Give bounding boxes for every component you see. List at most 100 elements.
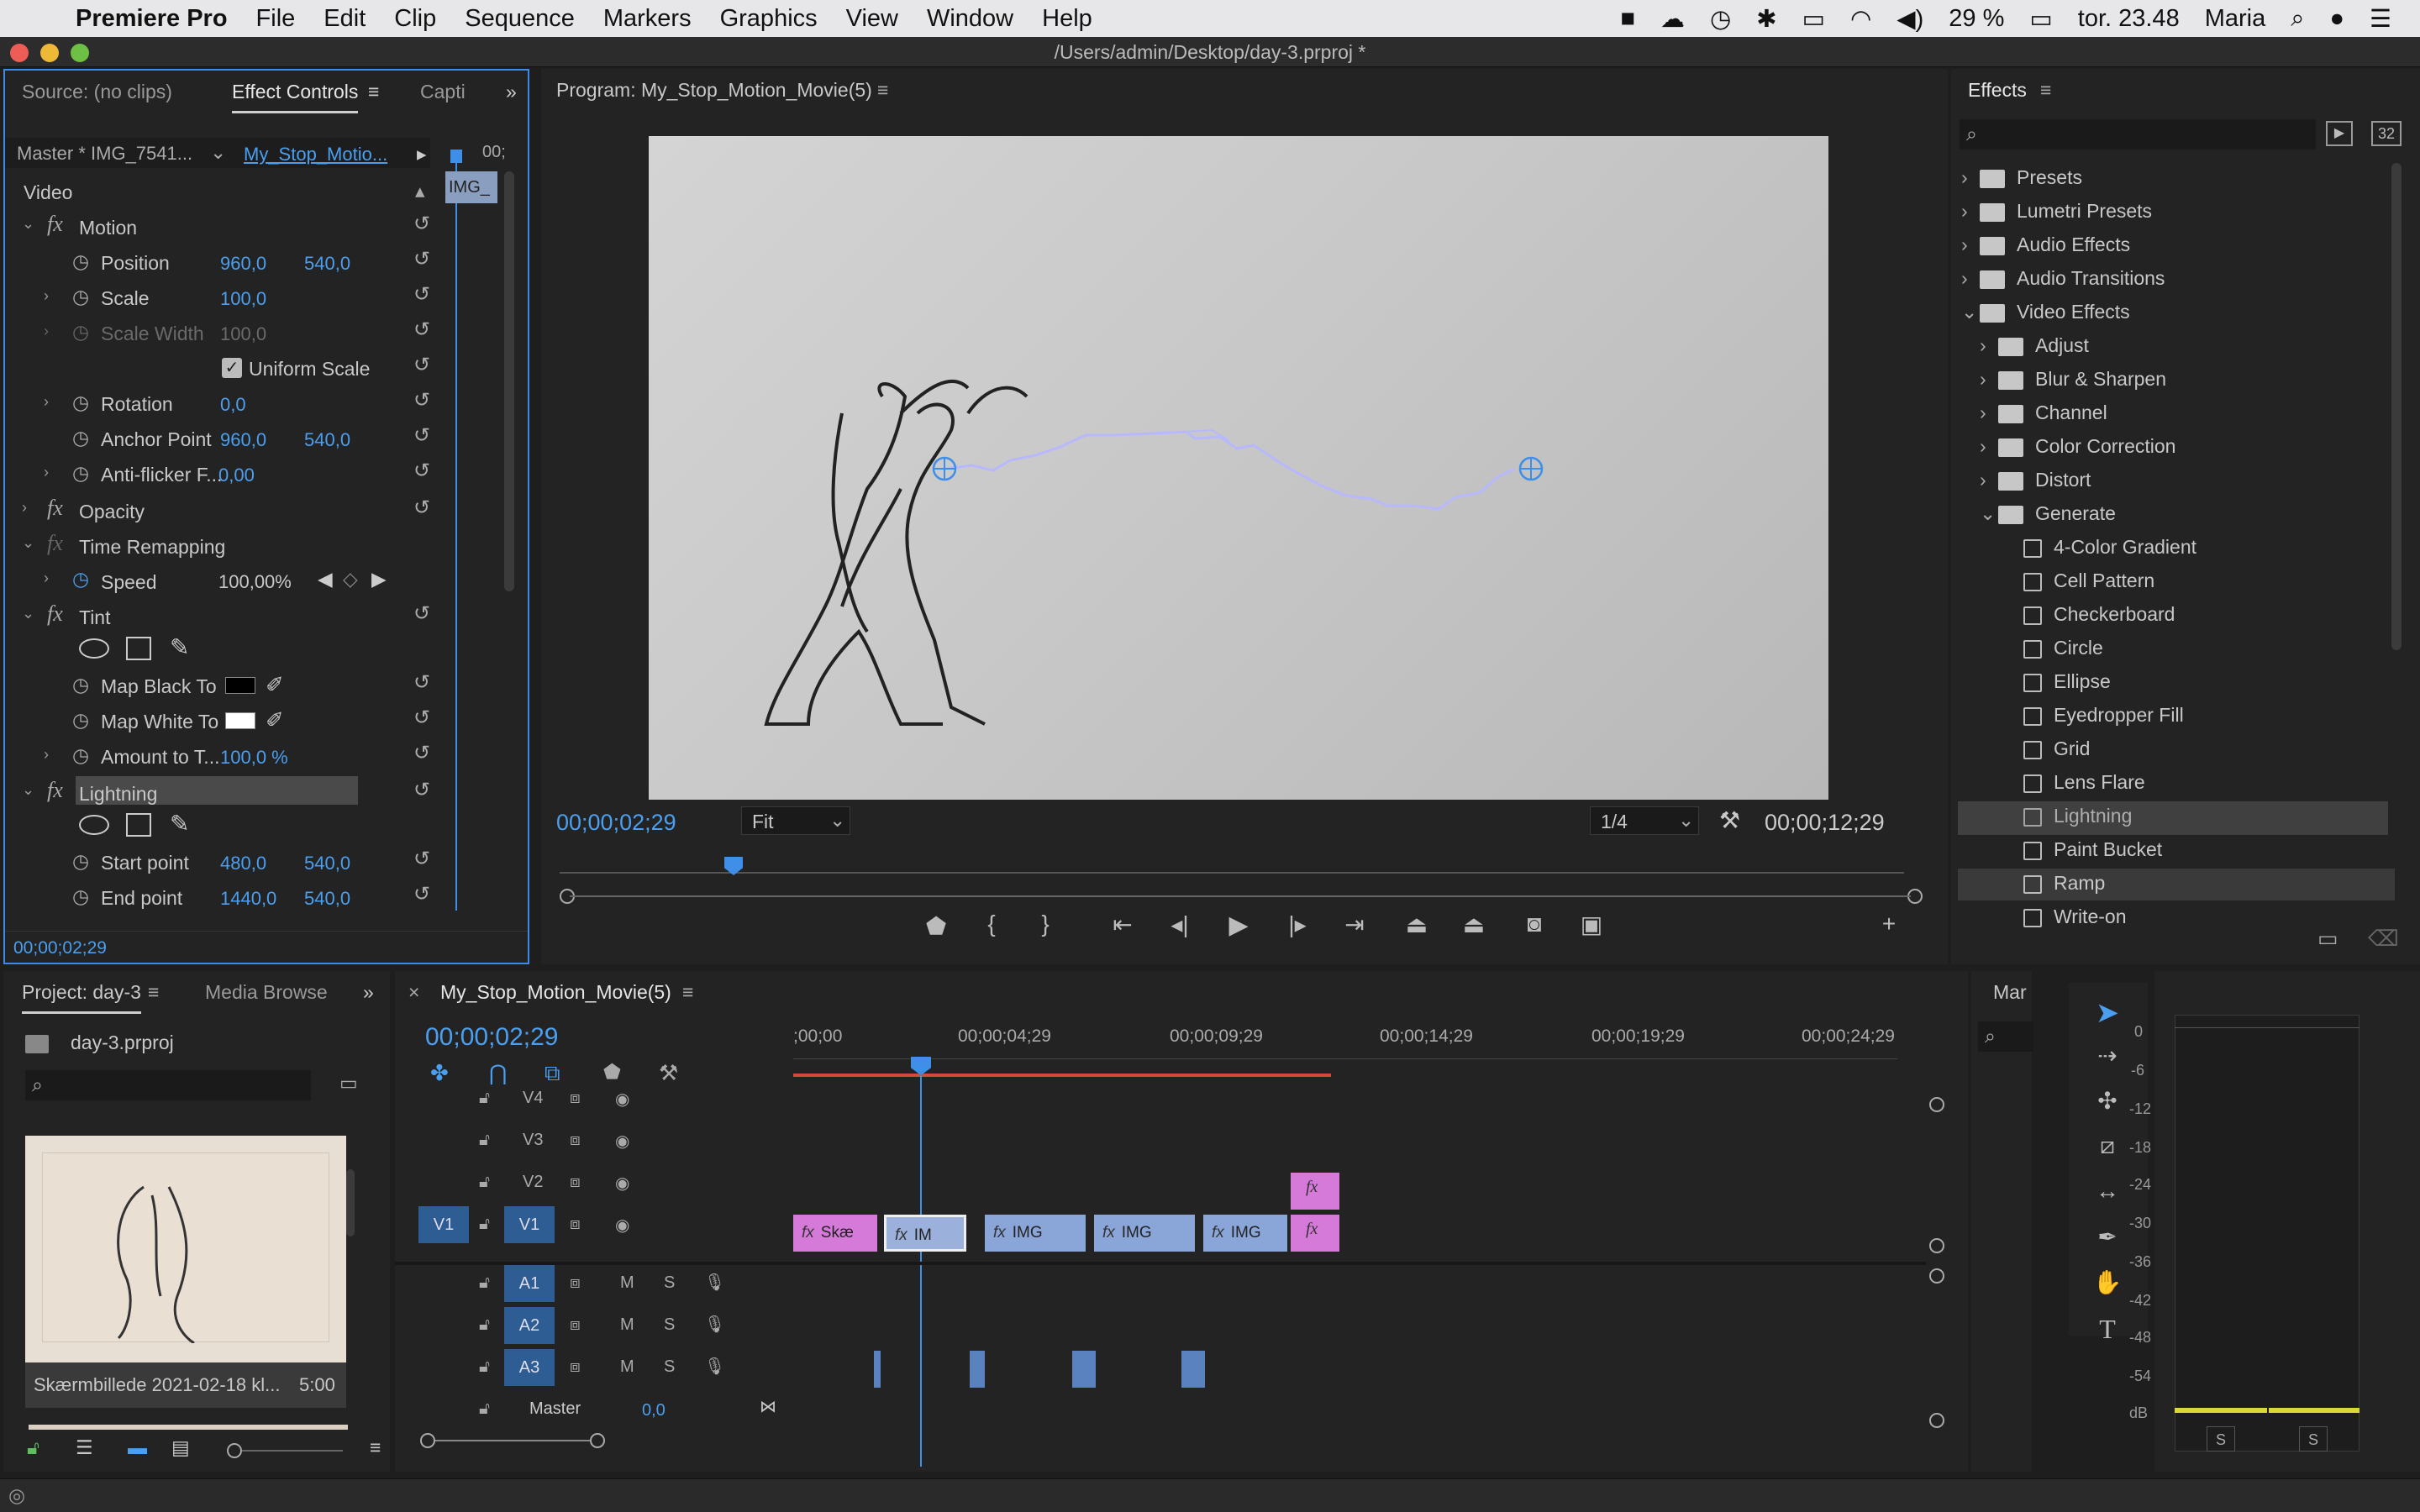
button-editor-plus-icon[interactable]: + (1872, 911, 1906, 937)
v1-clip-2-selected[interactable]: fx IM (884, 1215, 966, 1252)
opacity-twirl-icon[interactable]: › (22, 499, 27, 517)
timeline-ruler[interactable]: ;00;00 00;00;04;29 00;00;09;29 00;00;14;… (793, 1026, 1919, 1077)
pen-tool-icon[interactable]: ✒ (2091, 1223, 2124, 1251)
new-bin-icon[interactable]: ▭ (339, 1072, 358, 1095)
track-select-tool-icon[interactable]: ⇢ (2091, 1042, 2124, 1069)
effects-folder-audio-effects[interactable]: › Audio Effects (1961, 234, 2130, 256)
minimize-window-button[interactable] (40, 44, 59, 62)
fx-badge-icon[interactable]: fx (47, 212, 63, 237)
reset-icon[interactable]: ↺ (413, 212, 430, 236)
freeform-view-icon[interactable]: ▤ (171, 1436, 190, 1459)
audio-scroll-handle-top[interactable] (1929, 1268, 1944, 1284)
amount-to-tint-value[interactable]: 100,0 % (220, 747, 288, 769)
effects-folder-channel[interactable]: › Channel (1980, 402, 2107, 424)
microphone-icon[interactable]: 🎙︎ (704, 1314, 725, 1335)
mute-button[interactable]: M (620, 1273, 634, 1293)
effects-folder-generate[interactable]: ⌄ Generate (1980, 502, 2116, 525)
sync-lock-icon[interactable]: ⧈ (570, 1315, 581, 1335)
v1-clip-1[interactable]: fx Skæ (793, 1215, 877, 1252)
panel-menu-icon[interactable]: ≡ (2040, 79, 2051, 102)
source-patch-v1[interactable]: V1 (418, 1206, 469, 1243)
stopwatch-icon[interactable]: ◷ (72, 709, 89, 732)
sync-lock-icon[interactable]: ⧈ (570, 1131, 581, 1150)
eyedropper-icon[interactable]: ✐ (266, 672, 284, 698)
start-point-x-value[interactable]: 480,0 (220, 853, 266, 874)
master-volume-value[interactable]: 0,0 (642, 1401, 666, 1420)
solo-button[interactable]: S (664, 1273, 675, 1293)
chevron-down-icon[interactable]: ⌄ (210, 141, 226, 164)
panel-menu-icon[interactable]: ≡ (877, 79, 888, 102)
step-forward-icon[interactable]: |▸ (1281, 911, 1314, 938)
sync-lock-icon[interactable]: ⧈ (570, 1273, 581, 1293)
project-clip-caption[interactable]: Skærmbillede 2021-02-18 kl... 5:00 (25, 1362, 346, 1408)
a3-clip-4[interactable] (1181, 1351, 1205, 1388)
work-area-bar[interactable] (793, 1074, 1331, 1077)
effect-item-write-on[interactable]: Write-on (2023, 906, 2127, 928)
thumbnail-size-slider[interactable] (242, 1450, 343, 1452)
battery-icon[interactable]: ▭ (2029, 4, 2052, 34)
track-lock-icon[interactable]: 🔓︎ (479, 1399, 490, 1419)
export-frame-camera-icon[interactable]: ◙ (1518, 911, 1551, 937)
lightning-twirl-icon[interactable]: ⌄ (22, 781, 34, 799)
stopwatch-icon[interactable]: ◷ (72, 885, 89, 908)
reset-icon[interactable]: ↺ (413, 741, 430, 765)
ellipse-mask-icon[interactable] (79, 815, 109, 835)
reset-icon[interactable]: ↺ (413, 778, 430, 802)
menu-view[interactable]: View (846, 5, 898, 33)
end-point-y-value[interactable]: 540,0 (304, 888, 350, 910)
position-y-value[interactable]: 540,0 (304, 253, 350, 275)
effect-item-ramp[interactable]: Ramp (2023, 872, 2105, 895)
program-monitor-title[interactable]: Program: My_Stop_Motion_Movie(5) (556, 79, 872, 102)
icon-view-icon[interactable]: ▬ (128, 1436, 147, 1459)
anchor-y-value[interactable]: 540,0 (304, 429, 350, 451)
search-icon[interactable]: ⌕ (2291, 5, 2304, 33)
solo-button[interactable]: S (664, 1315, 675, 1335)
meter-solo-right-button[interactable]: S (2299, 1426, 2328, 1452)
stopwatch-icon[interactable]: ◷ (72, 850, 89, 873)
stopwatch-icon[interactable]: ◷ (72, 250, 89, 273)
track-lock-icon[interactable]: 🔓︎ (479, 1173, 490, 1192)
motion-twirl-icon[interactable]: ⌄ (22, 215, 34, 233)
app-menu[interactable]: Premiere Pro (76, 5, 228, 33)
rotation-twirl-icon[interactable]: › (44, 393, 49, 411)
markers-search-input[interactable]: ⌕ (1978, 1021, 2033, 1052)
end-point-x-value[interactable]: 1440,0 (220, 888, 276, 910)
reset-icon[interactable]: ↺ (413, 847, 430, 871)
effects-folder-color-correction[interactable]: › Color Correction (1980, 435, 2175, 458)
antiflicker-value[interactable]: 0,00 (218, 465, 255, 486)
mute-button[interactable]: M (620, 1315, 634, 1335)
track-a3-target[interactable]: A3 (504, 1349, 555, 1386)
rectangle-mask-icon[interactable] (126, 813, 151, 837)
master-clip-label[interactable]: Master * IMG_7541... (17, 143, 192, 165)
timeline-settings-wrench-icon[interactable]: ⚒ (659, 1060, 678, 1086)
hand-tool-icon[interactable]: ✋ (2091, 1268, 2124, 1296)
effects-folder-distort[interactable]: › Distort (1980, 469, 2091, 491)
stopwatch-icon[interactable]: ◷ (72, 744, 89, 767)
ripple-edit-tool-icon[interactable]: ✣ (2091, 1087, 2124, 1115)
selection-tool-icon[interactable]: ➤ (2091, 996, 2124, 1030)
program-current-timecode[interactable]: 00;00;02;29 (556, 810, 676, 836)
menu-edit[interactable]: Edit (324, 5, 366, 33)
go-to-out-icon[interactable]: ⇥ (1338, 911, 1371, 938)
airplay-icon[interactable]: ▭ (1802, 4, 1825, 34)
stopwatch-icon[interactable]: ◷ (72, 391, 89, 414)
clock[interactable]: tor. 23.48 (2078, 5, 2180, 33)
rotation-value[interactable]: 0,0 (220, 394, 246, 416)
go-to-in-icon[interactable]: ⇤ (1106, 911, 1139, 938)
control-center-icon[interactable]: ☰ (2370, 4, 2391, 34)
microphone-icon[interactable]: 🎙︎ (704, 1272, 725, 1293)
eyedropper-icon[interactable]: ✐ (266, 707, 284, 733)
playback-resolution-dropdown[interactable]: 1/4 ⌄ (1590, 806, 1699, 835)
speed-twirl-icon[interactable]: › (44, 570, 49, 587)
close-window-button[interactable] (10, 44, 29, 62)
pen-mask-icon[interactable]: ✎ (170, 633, 189, 661)
menu-window[interactable]: Window (927, 5, 1013, 33)
menu-clip[interactable]: Clip (394, 5, 436, 33)
wrench-icon[interactable]: ⚒ (1719, 806, 1740, 834)
track-lock-icon[interactable]: 🔓︎ (479, 1357, 490, 1377)
timeline-zoom-start-handle[interactable] (420, 1433, 435, 1448)
scale-value[interactable]: 100,0 (220, 288, 266, 310)
sequence-tab[interactable]: My_Stop_Motion_Movie(5) (440, 981, 671, 1004)
effect-item-ellipse[interactable]: Ellipse (2023, 670, 2111, 693)
timeline-timecode[interactable]: 00;00;02;29 (425, 1023, 558, 1052)
